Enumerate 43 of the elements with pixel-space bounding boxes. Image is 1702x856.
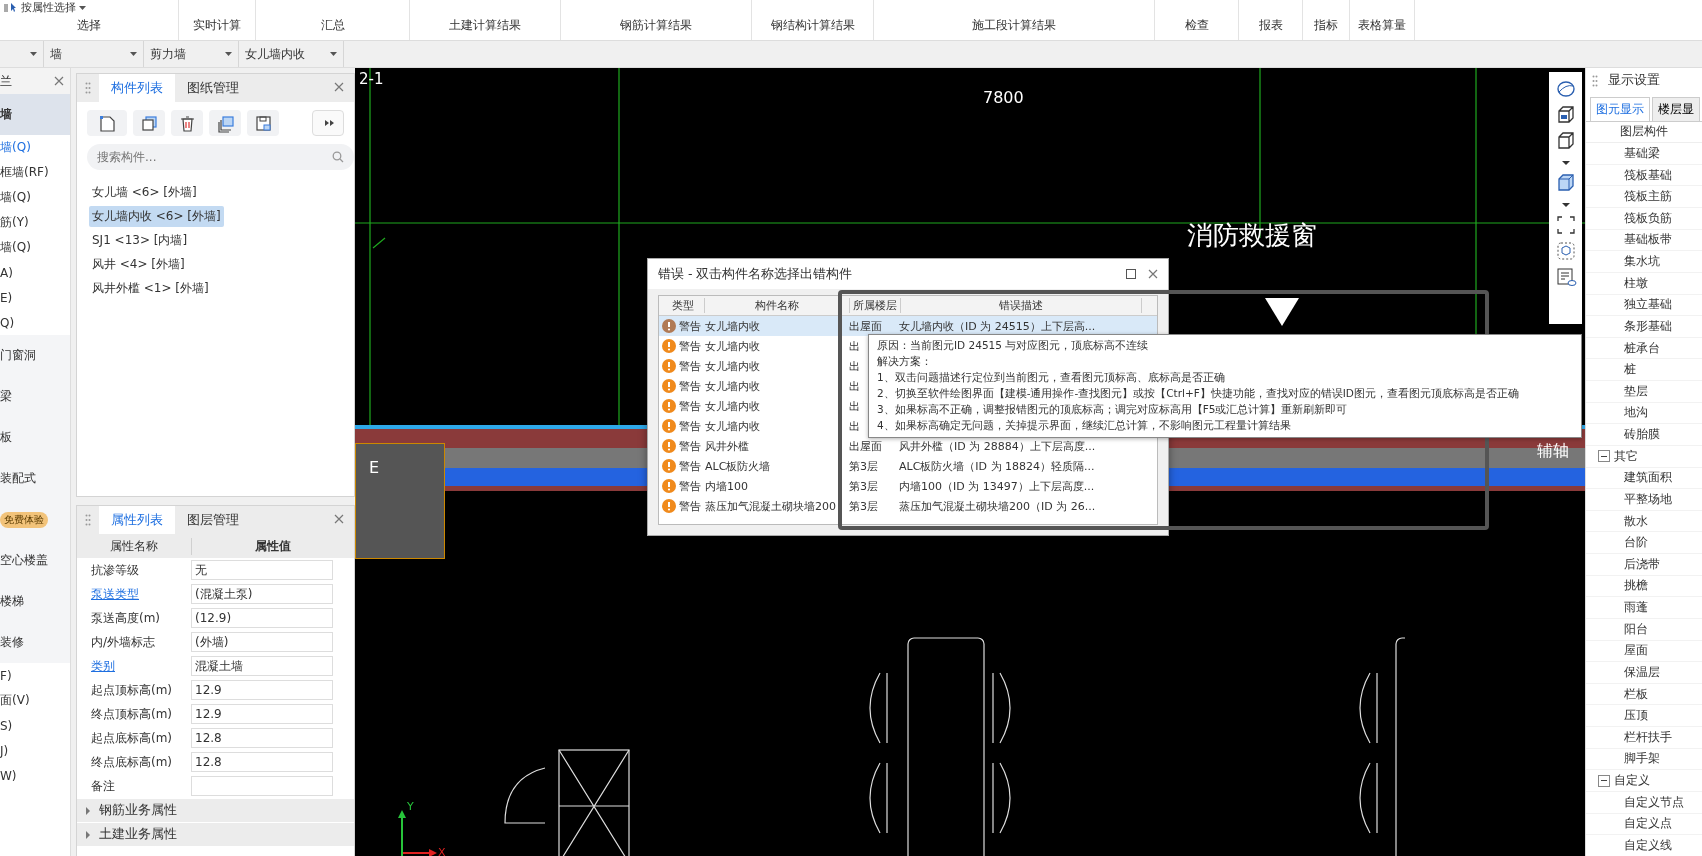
grid-label: 2-1	[359, 70, 384, 88]
property-name: 起点顶标高(m)	[90, 681, 174, 699]
property-name: 抗渗等级	[90, 561, 140, 579]
axis-label: Y	[407, 800, 414, 813]
ribbon-group-label: 施工段计算结果	[972, 17, 1056, 34]
column-header: 错误描述	[901, 298, 1142, 313]
section-label: E	[369, 458, 380, 477]
property-name: 泵送高度(m)	[90, 609, 162, 627]
property-name: 备注	[90, 777, 116, 795]
column-header: 类型	[659, 298, 705, 313]
column-header: 构件名称	[705, 298, 850, 313]
column-header: 属性名称	[77, 537, 192, 555]
tooltip-line: 解决方案：	[877, 355, 933, 369]
ribbon-group-label: 表格算量	[1358, 17, 1406, 34]
dialog-title: 错误 - 双击构件名称选择出错构件	[658, 265, 854, 283]
dimension-label: 7800	[983, 88, 1024, 107]
ribbon-group-label: 钢筋计算结果	[620, 17, 692, 34]
ribbon-group-label: 选择	[77, 17, 101, 34]
column-header: 属性值	[254, 537, 292, 555]
property-name: 起点底标高(m)	[90, 729, 174, 747]
ribbon-group-label: 汇总	[320, 17, 345, 34]
annotation-label: 消防救援窗	[1187, 219, 1317, 252]
column-header: 图层构件	[1586, 121, 1702, 144]
tooltip-line: 1、双击问题描述行定位到当前图元，查看图元顶标高、底标高是否正确	[877, 371, 1226, 385]
ribbon-group-label: 检查	[1184, 17, 1209, 34]
panel-title: 显示设置	[1608, 72, 1660, 90]
ribbon-group-label: 钢结构计算结果	[770, 17, 855, 34]
property-name: 内/外墙标志	[90, 633, 157, 651]
ribbon-group-label: 指标	[1314, 17, 1338, 34]
property-name: 终点底标高(m)	[90, 753, 174, 771]
tooltip-line: 4、如果标高确定无问题，关掉提示界面，继续汇总计算，不影响图元工程量计算结果	[877, 419, 1292, 433]
property-name: 终点顶标高(m)	[90, 705, 174, 723]
axis-name-label: 辅轴	[1537, 441, 1569, 462]
axis-label: X	[438, 846, 446, 856]
panel-title: 兰	[0, 72, 12, 90]
ribbon-group-label: 实时计算	[193, 17, 241, 34]
ribbon-group-label: 报表	[1258, 17, 1283, 34]
ribbon-group-label: 土建计算结果	[449, 17, 521, 34]
free-trial-badge: 免费体验	[0, 511, 48, 528]
tooltip-line: 2、切换至软件绘图界面【建模-通用操作-查找图元】或按【Ctrl+F】快捷功能，查找对应的错误ID图元，查看图元顶底标高是否正确	[877, 387, 1520, 401]
tooltip-line: 3、如果标高不正确，调整报错图元的顶底标高；调完对应标高用【F5或汇总计算】重新刷新即可	[877, 403, 1349, 417]
tooltip-line: 原因：当前图元ID 24515 与对应图元，顶底标高不连续	[877, 339, 1150, 353]
column-header: 所属楼层	[850, 298, 901, 313]
